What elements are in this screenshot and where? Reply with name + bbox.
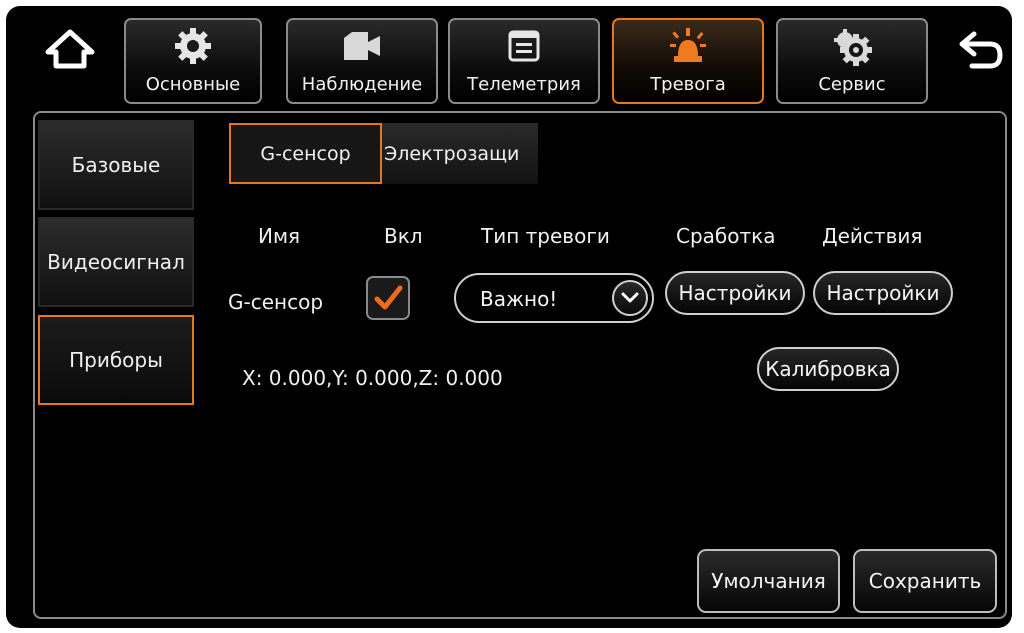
tab-basic[interactable]: Основные [124, 18, 262, 104]
dropdown-button[interactable] [612, 280, 648, 316]
tab-telemetry[interactable]: Телеметрия [448, 18, 600, 104]
tab-surveillance[interactable]: Наблюдение [286, 18, 438, 104]
subtab-electro-protection[interactable]: Электрозащи [382, 123, 538, 184]
document-icon [508, 30, 540, 62]
trigger-settings-button[interactable]: Настройки [665, 271, 805, 315]
button-label: Настройки [678, 281, 792, 305]
sidebar-item-video[interactable]: Видеосигнал [38, 217, 194, 307]
save-button[interactable]: Сохранить [853, 549, 997, 613]
defaults-button[interactable]: Умолчания [697, 549, 840, 613]
tab-service[interactable]: Сервис [776, 18, 928, 104]
xyz-readout: X: 0.000,Y: 0.000,Z: 0.000 [242, 366, 503, 390]
alarm-type-select[interactable]: Важно! [454, 273, 654, 323]
subtab-label: G-сенсор [260, 142, 351, 165]
tab-alarm[interactable]: Тревога [612, 18, 764, 104]
gear-icon [175, 28, 211, 64]
header-alarm-type: Тип тревоги [481, 224, 610, 248]
button-label: Калибровка [765, 357, 891, 381]
calibrate-button[interactable]: Калибровка [757, 347, 899, 391]
sidebar-item-devices[interactable]: Приборы [38, 315, 194, 405]
camera-icon [344, 32, 380, 60]
tab-label: Основные [145, 74, 241, 95]
sidebar-item-label: Базовые [71, 153, 161, 177]
checkmark-icon [374, 285, 403, 310]
tab-label: Сервис [818, 74, 886, 95]
back-arrow-icon [959, 31, 1003, 69]
alarm-siren-icon [670, 28, 706, 62]
header-trigger: Сработка [676, 224, 776, 248]
chevron-down-icon [621, 292, 639, 303]
back-button[interactable] [954, 26, 1010, 72]
sidebar-item-basic[interactable]: Базовые [38, 120, 194, 210]
home-icon [45, 29, 95, 69]
sidebar-item-label: Видеосигнал [47, 250, 185, 274]
home-button[interactable] [42, 26, 98, 72]
button-label: Настройки [826, 281, 940, 305]
header-actions: Действия [822, 224, 923, 248]
subtab-g-sensor[interactable]: G-сенсор [229, 123, 382, 184]
sidebar-item-label: Приборы [69, 348, 163, 372]
button-label: Сохранить [868, 569, 982, 593]
tab-label: Тревога [650, 74, 726, 95]
subtab-label: Электрозащи [384, 142, 520, 165]
alarm-type-value: Важно! [480, 287, 558, 311]
header-name: Имя [258, 224, 301, 248]
header-enable: Вкл [384, 224, 423, 248]
tab-label: Телеметрия [467, 74, 581, 95]
row-name: G-сенсор [228, 290, 324, 314]
button-label: Умолчания [711, 569, 826, 593]
enable-checkbox[interactable] [366, 276, 410, 320]
gears-icon [834, 29, 872, 66]
actions-settings-button[interactable]: Настройки [813, 271, 953, 315]
tab-label: Наблюдение [301, 74, 423, 95]
